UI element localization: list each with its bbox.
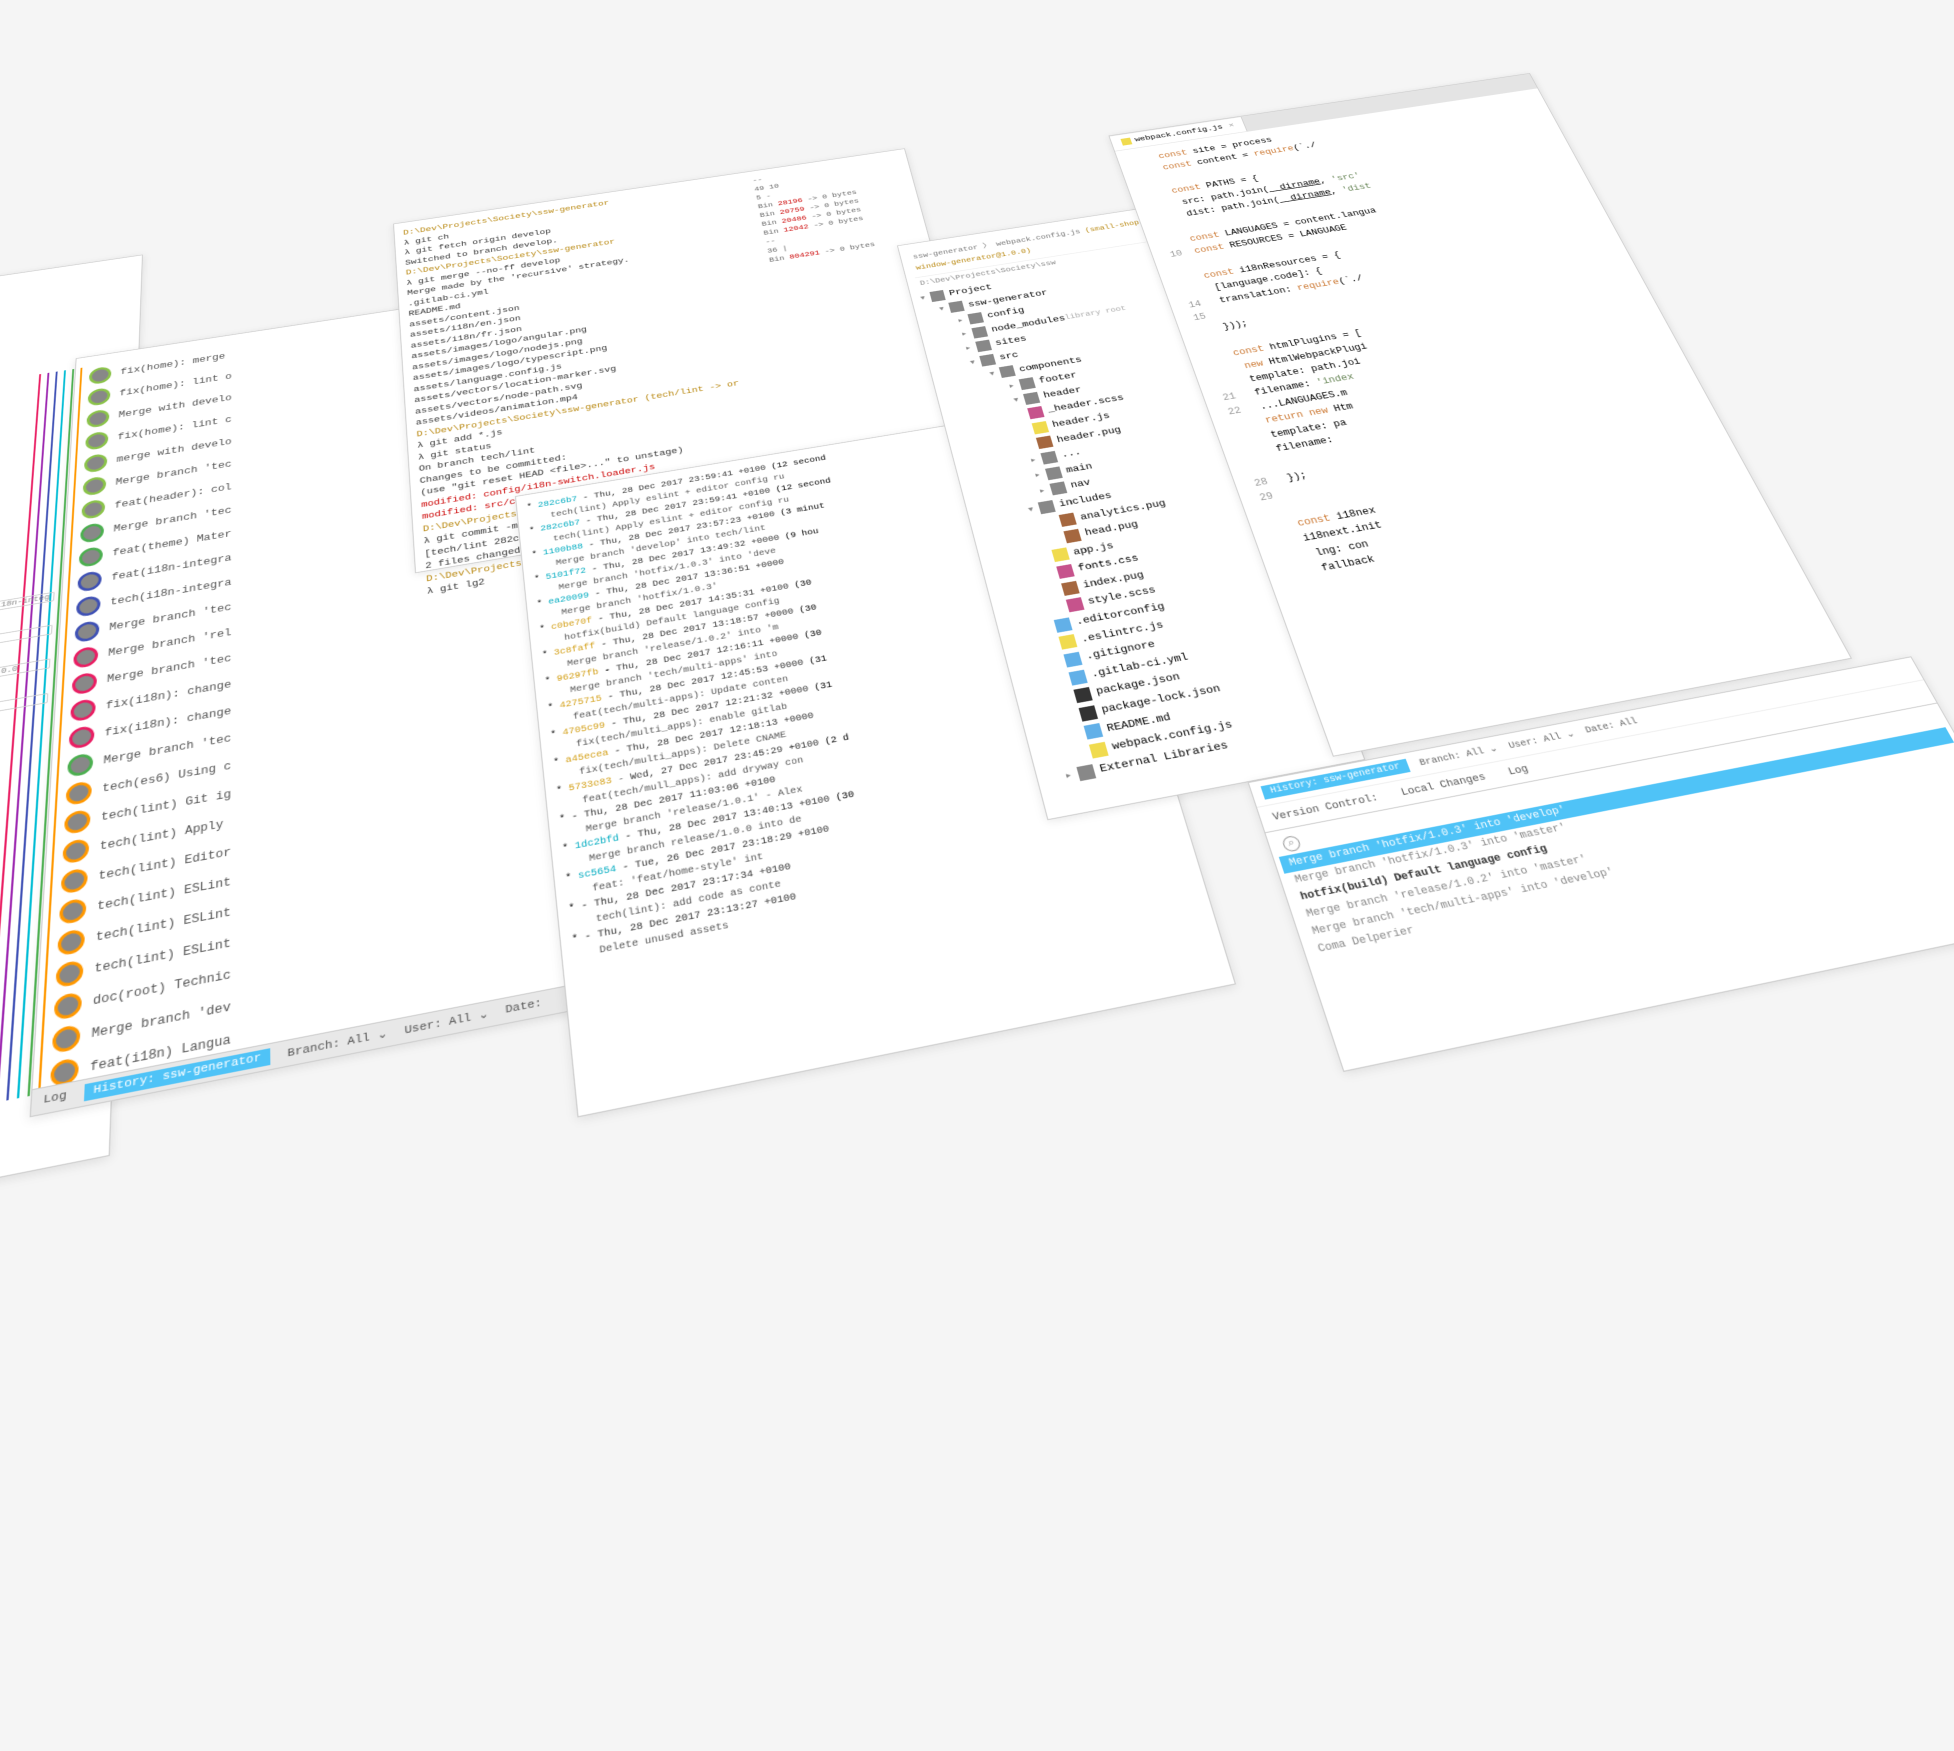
git-commit-row[interactable]: tech(lint) ESLint xyxy=(59,807,564,930)
folder-icon xyxy=(971,326,988,338)
commit-avatar xyxy=(74,620,99,643)
folder-icon xyxy=(979,354,996,367)
commit-avatar xyxy=(83,476,107,497)
git-commit-row[interactable]: tech(es6) Using c xyxy=(65,696,552,810)
commit-message: tech(lint) ESLint xyxy=(97,876,231,914)
folder-icon xyxy=(999,365,1016,378)
commit-avatar xyxy=(81,499,105,520)
commit-avatar xyxy=(89,366,112,385)
commit-avatar xyxy=(76,595,101,618)
folder-icon xyxy=(1049,481,1067,495)
git-commit-row[interactable]: tech(lint) Git ig xyxy=(64,723,555,839)
scss-icon xyxy=(1027,406,1044,419)
commit-message: Merge branch 'dev xyxy=(91,1000,231,1041)
vc-date-filter[interactable]: Date: All xyxy=(1584,717,1640,736)
git-commit-row[interactable]: doc(root) Technic xyxy=(53,895,573,1025)
commit-avatar xyxy=(59,897,87,925)
vc-filter-bar: History: ssw-generator Branch: All ⌄ Use… xyxy=(1249,657,1924,808)
commit-message: tech(lint) ESLint xyxy=(94,937,231,976)
git-commit-row[interactable]: tech(lint) ESLint xyxy=(57,836,567,961)
js-file-icon xyxy=(1120,138,1132,146)
commit-avatar xyxy=(73,645,98,669)
commit-message: tech(lint) Git ig xyxy=(101,788,231,824)
search-icon[interactable]: ⌕ xyxy=(1281,835,1302,853)
commit-avatar xyxy=(65,780,92,806)
date-filter[interactable]: Date: xyxy=(505,997,543,1016)
branch-filter[interactable]: Branch: All ⌄ xyxy=(287,1026,388,1060)
pug-icon xyxy=(1036,436,1054,450)
git-commit-row[interactable]: Merge branch 'dev xyxy=(52,926,577,1058)
commit-message: tech(lint) Apply xyxy=(99,818,223,853)
git-commit-row[interactable]: tech(lint) Editor xyxy=(60,778,561,898)
commit-message: feat(i18n) Langua xyxy=(90,1033,231,1075)
commit-avatar xyxy=(57,928,85,956)
folder-icon xyxy=(1019,377,1036,390)
branch-tag[interactable]: 19 tech/i18n-integ xyxy=(0,592,55,619)
commit-avatar xyxy=(80,522,104,544)
commit-avatar xyxy=(55,959,83,988)
commit-avatar xyxy=(79,546,103,568)
folder-icon xyxy=(975,340,992,353)
branch-tag[interactable]: tech/lint xyxy=(0,625,53,653)
vc-tab-log[interactable]: Log xyxy=(1493,758,1543,784)
commit-avatar xyxy=(77,570,102,592)
user-filter[interactable]: User: All ⌄ xyxy=(404,1007,489,1038)
folder-icon xyxy=(1023,392,1040,405)
commit-message: tech(es6) Using c xyxy=(102,760,231,795)
folder-icon xyxy=(1038,500,1056,514)
git-status-bar: Log History: ssw-generator Branch: All ⌄… xyxy=(31,980,599,1116)
commit-avatar xyxy=(61,867,88,894)
git-commit-row[interactable]: tech(lint) Apply xyxy=(62,750,558,868)
close-icon[interactable]: × xyxy=(1227,120,1236,131)
commit-avatar xyxy=(84,453,108,474)
commit-avatar xyxy=(85,431,108,451)
commit-avatar xyxy=(72,671,98,695)
git-commit-row[interactable]: tech(lint) ESLint xyxy=(55,865,570,992)
commit-message: tech(lint) Editor xyxy=(98,846,231,883)
git-commit-row[interactable]: feat(i18n) Langua xyxy=(50,957,581,1092)
commit-message: doc(root) Technic xyxy=(93,968,231,1008)
folder-icon xyxy=(967,312,984,324)
folder-icon xyxy=(948,301,964,313)
branch-tag[interactable]: release/1.0.0 xyxy=(0,658,51,687)
commit-avatar xyxy=(86,409,109,429)
commit-avatar xyxy=(88,387,111,407)
